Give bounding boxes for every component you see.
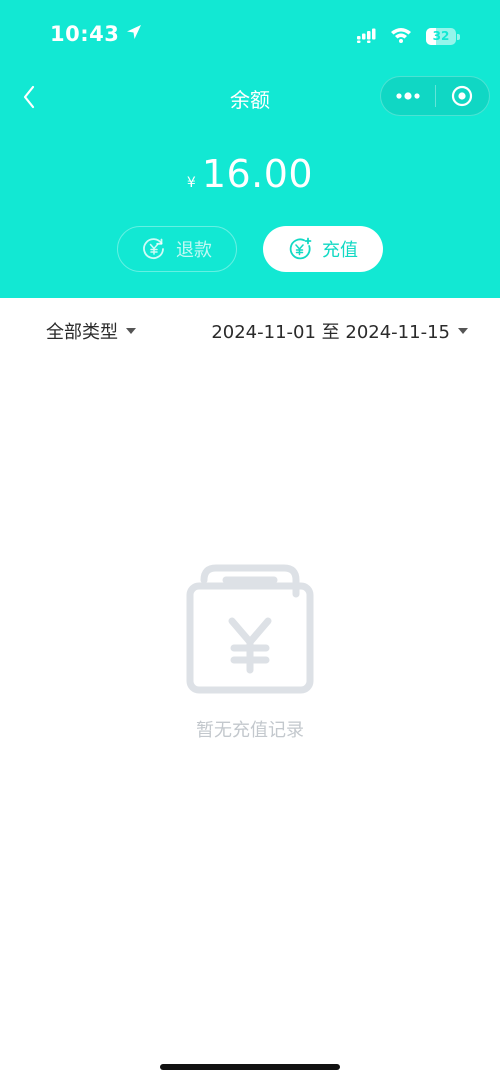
yuan-plus-circle-icon: [289, 237, 312, 260]
recharge-button[interactable]: 充值: [263, 226, 383, 272]
back-button[interactable]: [14, 80, 44, 114]
refund-label: 退款: [176, 240, 212, 261]
yuan-circle-icon: [143, 238, 164, 259]
balance-amount: 16.00: [201, 152, 314, 196]
miniprogram-capsule: [380, 76, 490, 116]
target-circle-icon: [452, 85, 473, 107]
battery-tip: [457, 33, 460, 40]
more-dots-icon: [396, 92, 420, 100]
header-banner: 10:43 32 余额 ¥ 16.00 退款 充值: [0, 0, 500, 298]
type-filter-label: 全部类型: [46, 322, 118, 343]
currency-symbol: ¥: [186, 175, 196, 191]
battery-level: 32: [432, 29, 450, 43]
status-indicators: 32: [356, 26, 460, 47]
cellular-signal-icon: [356, 27, 376, 47]
wifi-icon: [390, 26, 412, 47]
empty-wallet-yuan-icon: [186, 564, 314, 694]
more-button[interactable]: [381, 77, 435, 115]
home-indicator: [160, 1064, 340, 1070]
close-miniprogram-button[interactable]: [436, 77, 490, 115]
recharge-label: 充值: [322, 240, 358, 261]
status-time: 10:43: [50, 22, 143, 46]
caret-down-icon: [126, 328, 136, 334]
location-arrow-icon: [125, 22, 143, 46]
refund-button[interactable]: 退款: [117, 226, 237, 272]
caret-down-icon: [458, 328, 468, 334]
date-range-dropdown[interactable]: 2024-11-01 至 2024-11-15: [211, 318, 468, 344]
type-filter-dropdown[interactable]: 全部类型: [46, 318, 136, 344]
date-range-label: 2024-11-01 至 2024-11-15: [211, 322, 450, 343]
empty-state-message: 暂无充值记录: [196, 720, 304, 741]
status-time-text: 10:43: [50, 22, 120, 46]
battery-indicator: 32: [426, 28, 460, 45]
chevron-left-icon: [23, 85, 35, 109]
battery-icon: 32: [426, 28, 456, 45]
balance-screen: 10:43 32 余额 ¥ 16.00 退款 充值 全部类型 2024-11-0…: [0, 0, 500, 1070]
balance-display: ¥ 16.00: [0, 152, 500, 196]
